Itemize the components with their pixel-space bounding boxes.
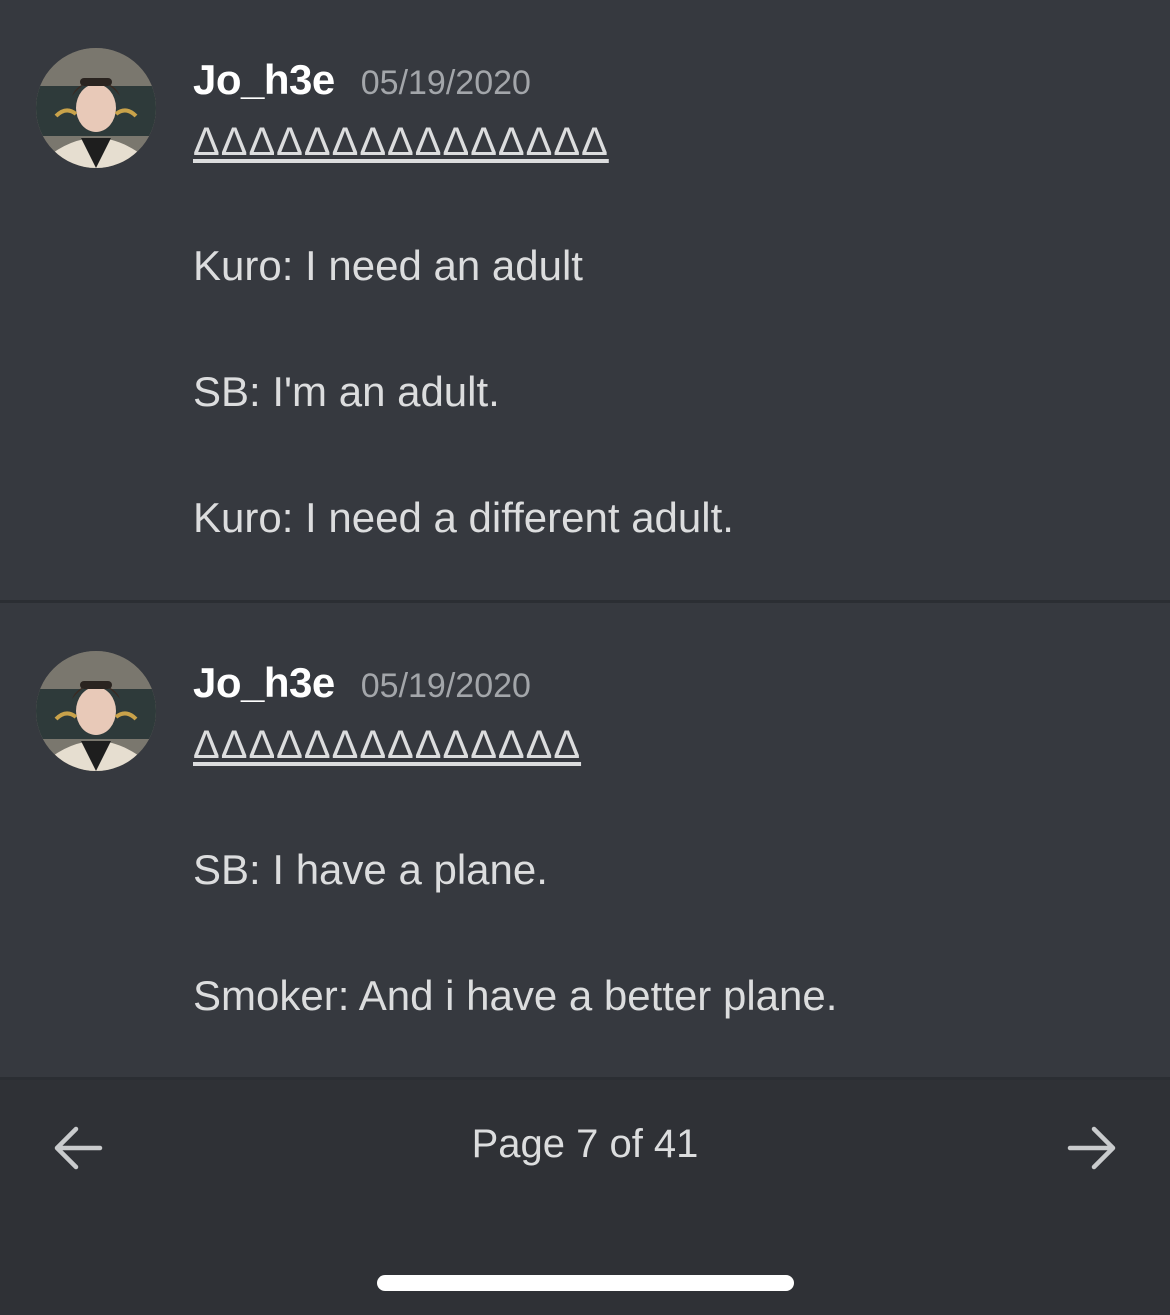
arrow-right-icon — [1067, 1126, 1116, 1170]
message-line: Smoker: And i have a better plane. — [193, 972, 838, 1019]
avatar[interactable] — [36, 48, 156, 168]
next-page-button[interactable] — [1062, 1118, 1122, 1178]
message-line: SB: I have a plane. — [193, 846, 548, 893]
home-indicator[interactable] — [377, 1275, 794, 1291]
message-header: Jo_h3e 05/19/2020 — [193, 659, 531, 715]
delta-link[interactable]: ΔΔΔΔΔΔΔΔΔΔΔΔΔΔ — [193, 723, 581, 768]
delta-link[interactable]: ΔΔΔΔΔΔΔΔΔΔΔΔΔΔΔ — [193, 120, 609, 165]
avatar-image — [36, 48, 156, 168]
message-line: Kuro: I need a different adult. — [193, 494, 734, 541]
avatar-image — [36, 651, 156, 771]
timestamp: 05/19/2020 — [360, 667, 531, 705]
page-indicator: Page 7 of 41 — [471, 1122, 699, 1166]
message-item: Jo_h3e 05/19/2020 ΔΔΔΔΔΔΔΔΔΔΔΔΔΔ SB: I h… — [0, 603, 1170, 1080]
avatar[interactable] — [36, 651, 156, 771]
timestamp: 05/19/2020 — [360, 64, 531, 102]
username[interactable]: Jo_h3e — [193, 56, 335, 104]
message-line: SB: I'm an adult. — [193, 368, 500, 415]
message-line: Kuro: I need an adult — [193, 242, 583, 289]
message-header: Jo_h3e 05/19/2020 — [193, 56, 531, 112]
username[interactable]: Jo_h3e — [193, 659, 335, 707]
message-item: Jo_h3e 05/19/2020 ΔΔΔΔΔΔΔΔΔΔΔΔΔΔΔ Kuro: … — [0, 0, 1170, 603]
